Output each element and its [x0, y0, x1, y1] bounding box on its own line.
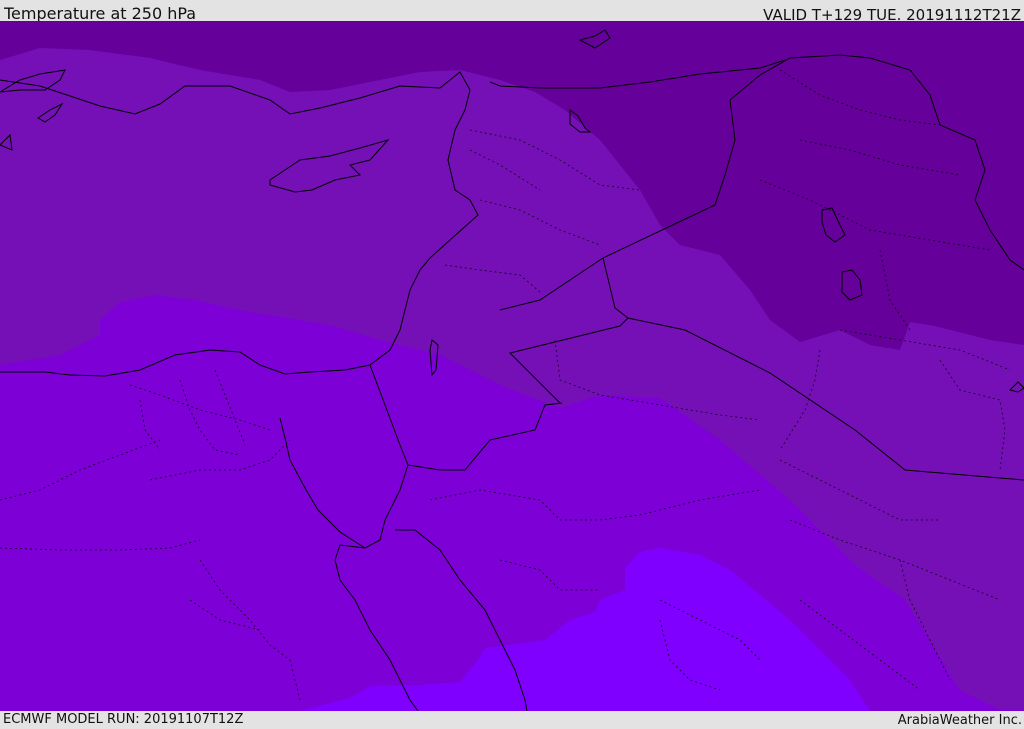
credit-label: ArabiaWeather Inc. — [897, 713, 1022, 728]
header-bar: Temperature at 250 hPa VALID T+129 TUE. … — [0, 0, 1024, 24]
map-canvas[interactable] — [0, 21, 1024, 711]
temperature-map — [0, 21, 1024, 711]
footer-bar: ECMWF MODEL RUN: 20191107T12Z ArabiaWeat… — [0, 711, 1024, 729]
model-run-label: ECMWF MODEL RUN: 20191107T12Z — [3, 712, 244, 727]
